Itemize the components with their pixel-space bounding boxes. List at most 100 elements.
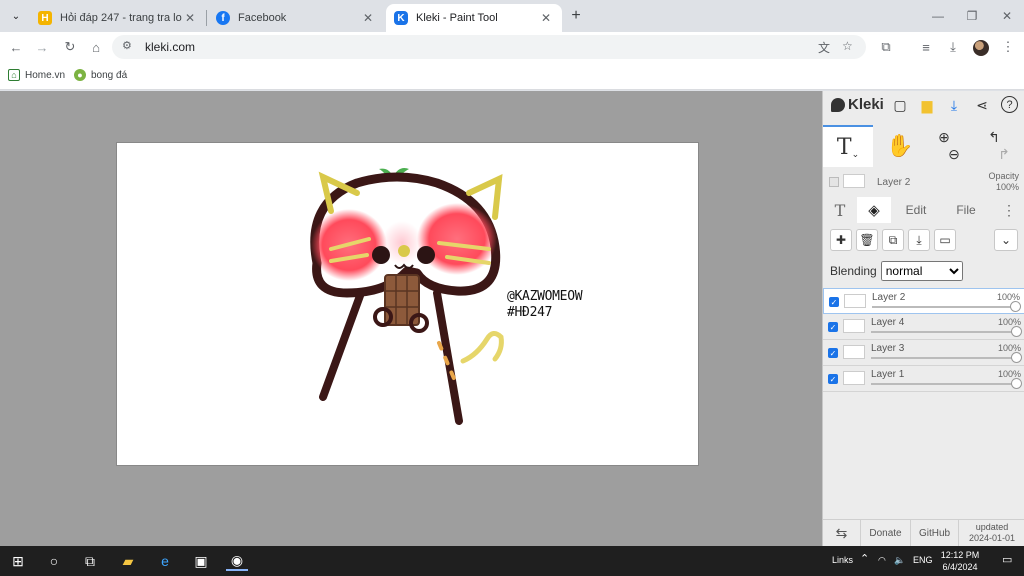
file-explorer-icon[interactable]: ▰ bbox=[117, 551, 139, 571]
layer-item[interactable]: ✓ Layer 1 100% bbox=[823, 366, 1024, 392]
blending-label: Blending bbox=[830, 264, 877, 278]
merge-down-button[interactable]: ⤓ bbox=[908, 229, 930, 251]
downloads-icon[interactable]: ⤓ bbox=[943, 37, 963, 57]
layer-opacity-knob[interactable] bbox=[1011, 378, 1022, 389]
donate-link[interactable]: Donate bbox=[861, 520, 911, 546]
tab-tool-settings[interactable]: T bbox=[823, 197, 857, 223]
new-tab-button[interactable]: + bbox=[566, 6, 586, 26]
network-icon[interactable]: ◠ bbox=[878, 555, 886, 566]
bookmarks-bar: ⌂ Home.vn ● bong đá bbox=[0, 62, 1024, 90]
undo-icon[interactable]: ↰ bbox=[988, 129, 1000, 146]
updated-info: updated 2024-01-01 bbox=[959, 520, 1024, 546]
links-toolbar[interactable]: Links bbox=[832, 555, 853, 565]
add-layer-button[interactable]: ✚ bbox=[830, 229, 852, 251]
tab-file[interactable]: File bbox=[941, 197, 991, 223]
drawing-canvas[interactable]: @KAZWOMEOW #HĐ247 bbox=[117, 143, 698, 465]
current-layer-row: Layer 2 Opacity 100% bbox=[823, 171, 1024, 195]
tab-facebook[interactable]: f Facebook ✕ bbox=[208, 4, 384, 32]
store-icon[interactable]: ▣ bbox=[190, 551, 212, 571]
layer-opacity-knob[interactable] bbox=[1011, 326, 1022, 337]
swap-sides-icon[interactable]: ⇆ bbox=[823, 520, 861, 546]
layer-item[interactable]: ✓ Layer 3 100% bbox=[823, 340, 1024, 366]
hoidap-icon: H bbox=[38, 11, 52, 25]
text-tool-button[interactable]: T ⌄ bbox=[823, 125, 873, 167]
canvas-workspace[interactable]: @KAZWOMEOW #HĐ247 bbox=[0, 91, 822, 546]
zoom-out-icon[interactable]: ⊖ bbox=[948, 146, 960, 163]
translate-icon[interactable]: 文 bbox=[818, 39, 830, 56]
hand-tool-icon[interactable]: ✋ bbox=[875, 125, 925, 167]
close-icon[interactable]: ✕ bbox=[538, 11, 554, 25]
edge-icon[interactable]: e bbox=[154, 551, 176, 571]
zoom-in-icon[interactable]: ⊕ bbox=[938, 129, 950, 146]
layer-item[interactable]: ✓ Layer 2 100% bbox=[823, 288, 1024, 314]
search-icon[interactable]: ○ bbox=[43, 551, 65, 571]
layer-opacity-slider[interactable] bbox=[871, 331, 1019, 333]
rename-layer-button[interactable]: ▭ bbox=[934, 229, 956, 251]
layer-opacity-slider[interactable] bbox=[871, 357, 1019, 359]
layer-visibility-checkbox[interactable]: ✓ bbox=[828, 374, 838, 384]
minimize-icon[interactable]: — bbox=[928, 6, 948, 26]
open-folder-icon[interactable]: ▆ bbox=[918, 96, 936, 114]
close-icon[interactable]: ✕ bbox=[360, 11, 376, 25]
tab-title: Facebook bbox=[238, 12, 287, 24]
task-view-icon[interactable]: ⧉ bbox=[79, 551, 101, 571]
layer-opacity-knob[interactable] bbox=[1010, 301, 1021, 312]
volume-icon[interactable]: 🔈 bbox=[894, 555, 905, 566]
kleki-logo[interactable]: Kleki bbox=[831, 96, 884, 113]
layer-name: Layer 1 bbox=[871, 369, 905, 380]
tab-hoidap[interactable]: H Hỏi đáp 247 - trang tra loi ✕ bbox=[30, 4, 206, 32]
layer-visibility-checkbox[interactable]: ✓ bbox=[828, 322, 838, 332]
blending-select[interactable]: normal bbox=[880, 261, 963, 281]
updated-label: updated bbox=[975, 522, 1009, 532]
duplicate-layer-button[interactable]: ⧉ bbox=[882, 229, 904, 251]
bookmark-home-vn[interactable]: ⌂ Home.vn bbox=[8, 69, 65, 81]
new-image-icon[interactable]: ▢ bbox=[891, 96, 909, 114]
layer-visibility-checkbox[interactable]: ✓ bbox=[829, 297, 839, 307]
chrome-icon[interactable]: ◉ bbox=[226, 551, 248, 571]
bookmark-bong-da[interactable]: ● bong đá bbox=[74, 69, 127, 81]
redo-icon[interactable]: ↱ bbox=[998, 146, 1010, 163]
opacity-label: Opacity bbox=[988, 171, 1019, 181]
tab-search-chevron-icon[interactable]: ⌄ bbox=[6, 6, 26, 26]
layer-visibility-checkbox[interactable]: ✓ bbox=[828, 348, 838, 358]
language-indicator[interactable]: ENG bbox=[913, 555, 933, 565]
tray-chevron-icon[interactable]: ⌃ bbox=[860, 552, 869, 565]
expand-layers-chevron-icon[interactable]: ⌄ bbox=[994, 229, 1018, 251]
forward-arrow-icon[interactable]: → bbox=[32, 37, 52, 57]
layer-opacity-knob[interactable] bbox=[1011, 352, 1022, 363]
windows-start-icon[interactable]: ⊞ bbox=[7, 551, 29, 571]
home-icon[interactable]: ⌂ bbox=[86, 37, 106, 57]
bong-da-icon: ● bbox=[74, 69, 86, 81]
layer-opacity-slider[interactable] bbox=[871, 383, 1019, 385]
browser-menu-icon[interactable]: ⋮ bbox=[998, 37, 1018, 57]
back-arrow-icon[interactable]: ← bbox=[6, 37, 26, 57]
layer-thumbnail bbox=[843, 345, 865, 359]
bookmark-star-icon[interactable]: ☆ bbox=[842, 39, 853, 53]
download-icon[interactable]: ⤓ bbox=[945, 96, 963, 114]
share-icon[interactable]: ⋖ bbox=[973, 96, 991, 114]
more-options-icon[interactable]: ⋮ bbox=[997, 197, 1021, 223]
tab-layers-icon[interactable]: ◈ bbox=[857, 197, 891, 223]
site-info-icon[interactable]: ⚙ bbox=[122, 39, 132, 52]
delete-layer-button[interactable]: 🗑 bbox=[856, 229, 878, 251]
close-icon[interactable]: ✕ bbox=[182, 11, 198, 25]
github-link[interactable]: GitHub bbox=[911, 520, 959, 546]
tab-title: Hỏi đáp 247 - trang tra loi bbox=[60, 12, 182, 24]
tab-edit[interactable]: Edit bbox=[891, 197, 941, 223]
profile-avatar[interactable] bbox=[973, 40, 989, 56]
restore-icon[interactable]: ❐ bbox=[962, 6, 982, 26]
extensions-icon[interactable]: ⧉ bbox=[876, 37, 896, 57]
layer-visibility-checkbox[interactable] bbox=[829, 177, 839, 187]
layer-opacity-slider[interactable] bbox=[872, 306, 1018, 308]
tab-kleki[interactable]: K Kleki - Paint Tool ✕ bbox=[386, 4, 562, 32]
layer-item[interactable]: ✓ Layer 4 100% bbox=[823, 314, 1024, 340]
url-text[interactable]: kleki.com bbox=[145, 40, 195, 54]
system-clock[interactable]: 12:12 PM 6/4/2024 bbox=[936, 549, 984, 573]
notifications-icon[interactable]: ▭ bbox=[1002, 553, 1012, 566]
media-controls-icon[interactable]: ≡ bbox=[916, 37, 936, 57]
help-icon[interactable]: ? bbox=[1001, 96, 1018, 113]
address-bar[interactable]: ⚙ kleki.com 文 ☆ bbox=[112, 35, 866, 59]
window-close-icon[interactable]: ✕ bbox=[997, 6, 1017, 26]
reload-icon[interactable]: ↻ bbox=[60, 37, 80, 57]
bookmark-label: bong đá bbox=[91, 69, 128, 81]
